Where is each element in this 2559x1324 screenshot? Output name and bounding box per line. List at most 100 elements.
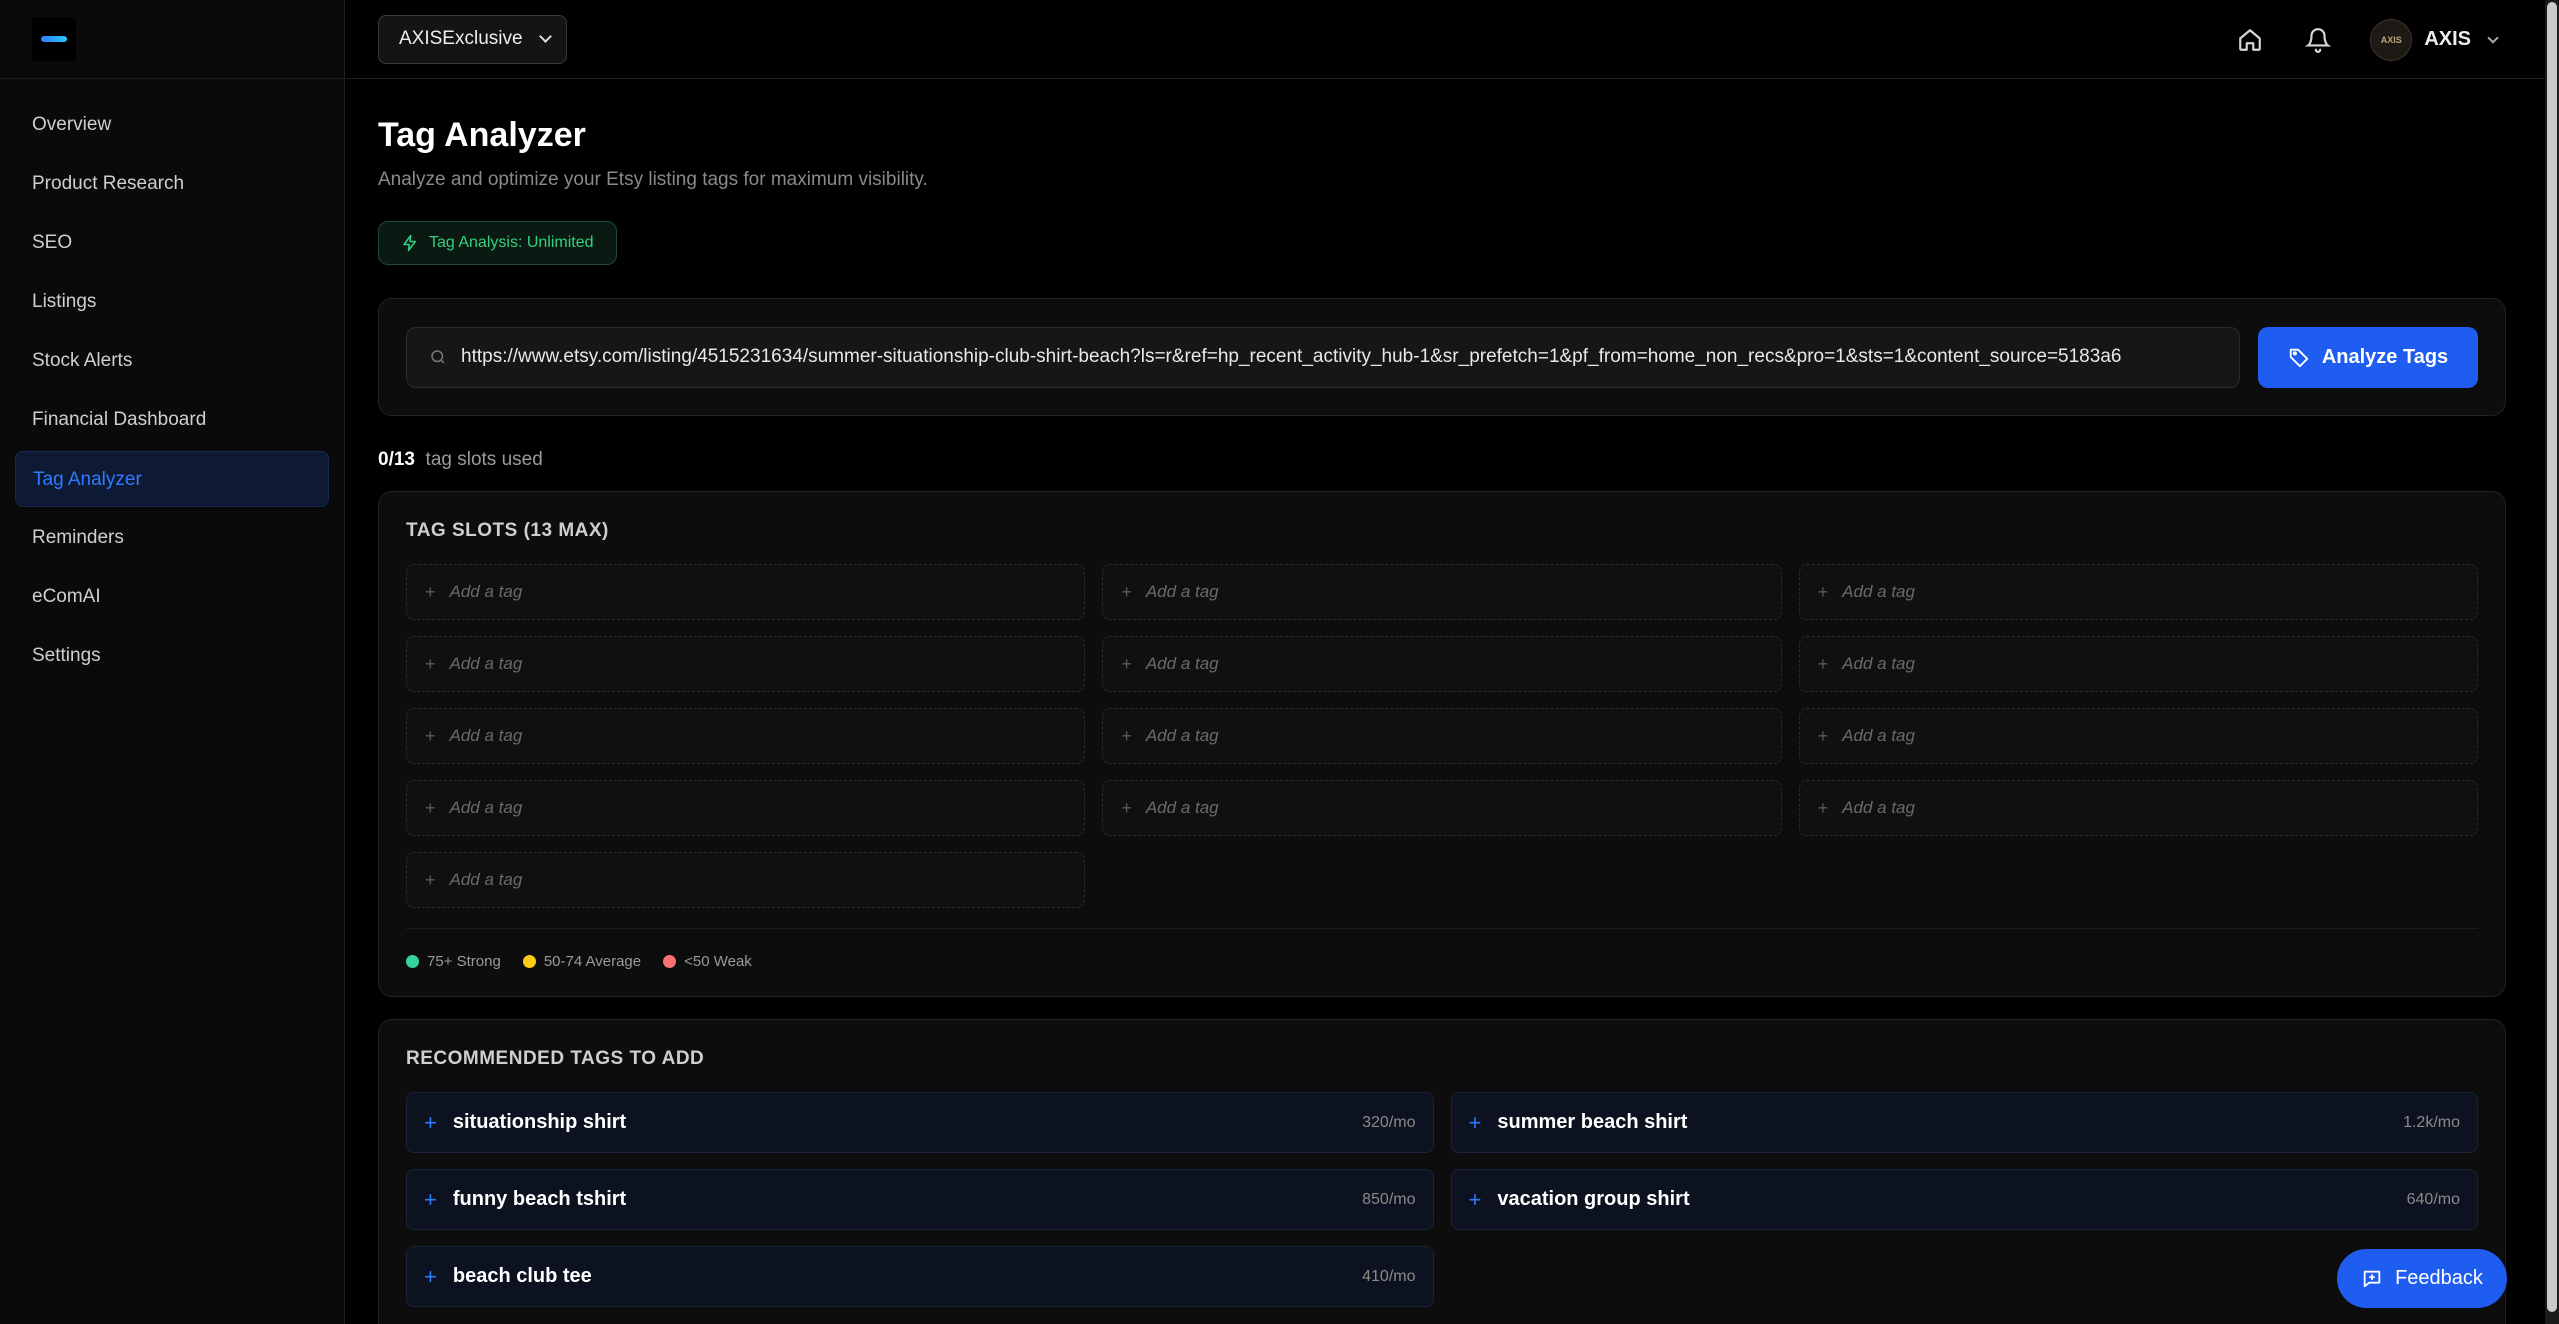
legend-label: <50 Weak [684,953,752,970]
plus-icon: + [425,653,436,674]
tag-slot-placeholder: Add a tag [1145,654,1219,673]
plus-icon[interactable]: + [424,1187,437,1213]
score-legend: 75+ Strong 50-74 Average <50 Weak [406,953,2478,970]
recommended-tag[interactable]: + funny beach tshirt 850/mo [406,1169,1434,1230]
tag-slot[interactable]: + Add a tag [1798,564,2478,620]
axis-logo-icon[interactable] [32,17,76,61]
plus-icon: + [1121,581,1132,602]
legend-dot [522,955,536,968]
recommended-tag[interactable]: + summer beach shirt 1.2k/mo [1450,1092,2478,1153]
recommended-tags-title: RECOMMENDED TAGS TO ADD [406,1048,705,1069]
tag-slot-placeholder: Add a tag [1842,726,1915,745]
recommended-tag[interactable]: + vacation group shirt 640/mo [1450,1169,2478,1230]
sidebar-item-financial-dashboard[interactable]: Financial Dashboard [15,392,329,448]
tag-slot[interactable]: + Add a tag [1798,636,2478,692]
tag-slot-placeholder: Add a tag [1145,726,1219,745]
bell-icon[interactable] [2302,24,2334,56]
plus-icon[interactable]: + [424,1110,437,1136]
tag-slot[interactable]: + Add a tag [406,708,1086,764]
tag-slot-placeholder: Add a tag [1842,798,1915,817]
feedback-icon [2363,1270,2381,1287]
legend-dot [663,955,677,968]
page-title: Tag Analyzer [378,116,586,154]
analyze-tags-button[interactable]: Analyze Tags [2258,326,2478,388]
page-subtitle: Analyze and optimize your Etsy listing t… [378,169,928,190]
chevron-down-icon [538,30,552,43]
tag-slot-placeholder: Add a tag [449,798,523,817]
plus-icon: + [425,869,436,890]
plus-icon: + [1817,653,1829,674]
plus-icon: + [1121,725,1132,746]
tag-slot[interactable]: + Add a tag [1102,564,1782,620]
tag-slot[interactable]: + Add a tag [1102,780,1782,836]
legend-item: 50-74 Average [522,953,642,970]
legend-label: 75+ Strong [427,953,501,970]
recommended-tag-volume: 850/mo [1362,1190,1416,1208]
plus-icon: + [1817,797,1829,818]
recommended-tag-label: summer beach shirt [1497,1111,1688,1133]
feedback-button[interactable]: Feedback [2337,1249,2507,1308]
badge-label: Tag Analysis: Unlimited [429,234,594,251]
recommended-tag[interactable]: + beach club tee 410/mo [406,1246,1434,1307]
sidebar-item-tag-analyzer[interactable]: Tag Analyzer [15,451,329,507]
user-name: AXIS [2424,28,2471,50]
sidebar: Overview Product Research SEO Listings S… [0,0,345,1324]
recommended-tag-label: funny beach tshirt [452,1188,627,1210]
tag-slot[interactable]: + Add a tag [1102,636,1782,692]
sidebar-item-settings[interactable]: Settings [15,628,329,684]
recommended-tag-label: beach club tee [452,1265,592,1287]
tag-slot[interactable]: + Add a tag [1798,780,2478,836]
legend-dot [406,955,419,968]
recommended-tag-volume: 410/mo [1362,1267,1416,1285]
sidebar-item-stock-alerts[interactable]: Stock Alerts [15,333,329,389]
tag-slots-card: TAG SLOTS (13 MAX) + Add a tag + Add a tag +… [378,491,2506,997]
tag-slot-placeholder: Add a tag [1145,582,1219,601]
sidebar-nav: Overview Product Research SEO Listings S… [0,79,344,684]
main-content: Tag Analyzer Analyze and optimize your E… [378,79,2506,1324]
tag-slot[interactable]: + Add a tag [406,852,1086,908]
avatar: AXIS [2370,18,2413,61]
top-header: AXISExclusive AXIS AXIS [346,0,2545,79]
search-icon [431,350,445,364]
scrollbar-thumb[interactable] [2547,2,2557,1312]
user-menu[interactable]: AXIS AXIS [2370,18,2499,61]
page-scrollbar[interactable] [2545,0,2559,1324]
plus-icon[interactable]: + [1469,1187,1482,1213]
sidebar-item-reminders[interactable]: Reminders [15,510,329,566]
recommended-tag-volume: 320/mo [1362,1113,1416,1131]
tag-slot[interactable]: + Add a tag [1798,708,2478,764]
sidebar-item-listings[interactable]: Listings [15,274,329,330]
recommended-tag[interactable]: + situationship shirt 320/mo [406,1092,1434,1153]
tag-slot-placeholder: Add a tag [449,726,523,745]
sidebar-item-seo[interactable]: SEO [15,215,329,271]
sidebar-item-overview[interactable]: Overview [15,97,329,153]
sidebar-item-ecomai[interactable]: eComAI [15,569,329,625]
tag-slot[interactable]: + Add a tag [406,780,1086,836]
sidebar-item-product-research[interactable]: Product Research [15,156,329,212]
tag-slot[interactable]: + Add a tag [1102,708,1782,764]
plus-icon[interactable]: + [1469,1110,1482,1136]
tag-slot[interactable]: + Add a tag [406,636,1086,692]
tag-slot-placeholder: Add a tag [1145,798,1219,817]
slots-used-count: 0/13 [378,449,415,470]
plus-icon: + [425,581,436,602]
tag-slot-placeholder: Add a tag [449,582,523,601]
plus-icon: + [1817,581,1829,602]
recommended-tag-volume: 640/mo [2406,1190,2460,1208]
plus-icon[interactable]: + [424,1264,437,1290]
home-icon[interactable] [2234,24,2266,56]
legend-item: 75+ Strong [406,953,501,970]
recommended-tag-label: situationship shirt [452,1111,627,1133]
tag-slots-title: TAG SLOTS (13 MAX) [406,520,609,541]
plus-icon: + [1121,653,1132,674]
recommended-tags-grid: + situationship shirt 320/mo + summer beach … [406,1092,2478,1307]
store-select[interactable]: AXISExclusive [378,14,567,64]
tag-slot[interactable]: + Add a tag [406,564,1086,620]
listing-url-input[interactable]: https://www.etsy.com/listing/4515231634/… [406,326,2240,388]
legend-label: 50-74 Average [543,953,642,970]
header-actions: AXIS AXIS [2234,0,2499,79]
plus-icon: + [425,725,436,746]
legend-item: <50 Weak [663,953,752,970]
lightning-icon [403,234,416,252]
tag-slot-placeholder: Add a tag [449,654,523,673]
